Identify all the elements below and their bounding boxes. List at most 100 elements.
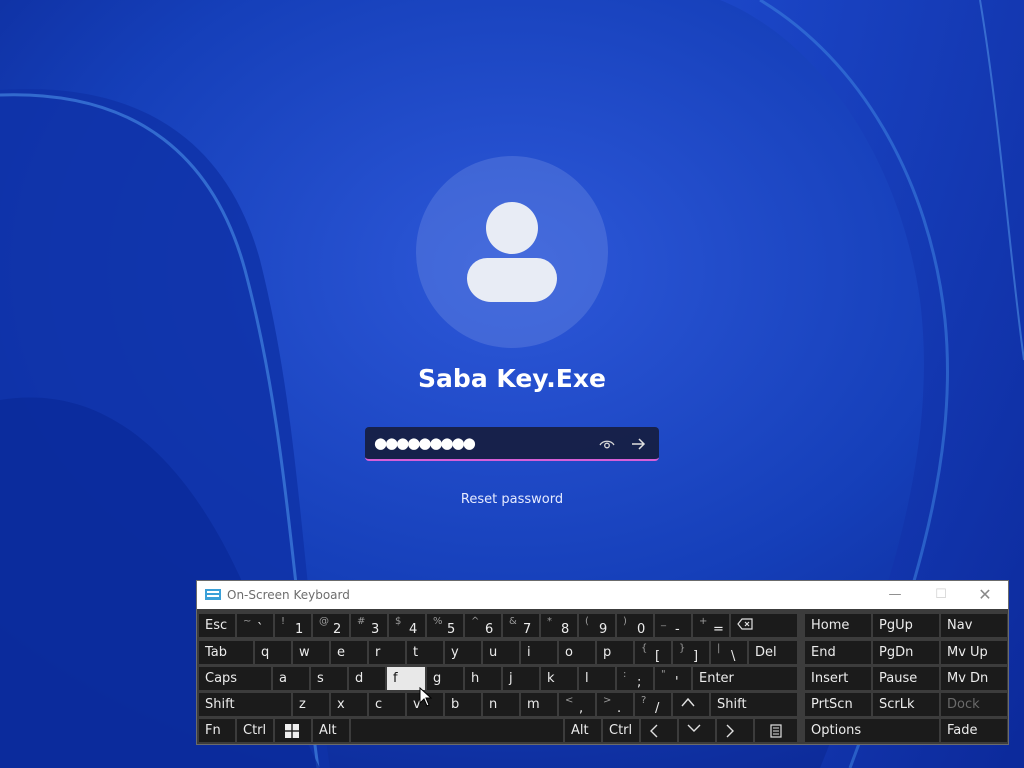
key-label: ' bbox=[675, 675, 679, 690]
key-prtscn[interactable]: PrtScn bbox=[805, 693, 871, 716]
key-backspace[interactable] bbox=[731, 614, 797, 637]
key-j[interactable]: j bbox=[503, 667, 539, 690]
key-s[interactable]: s bbox=[311, 667, 347, 690]
minimize-button[interactable]: — bbox=[873, 581, 917, 609]
key-8[interactable]: * 8 bbox=[541, 614, 577, 637]
key-4[interactable]: $4 bbox=[389, 614, 425, 637]
key-fade[interactable]: Fade bbox=[941, 719, 1007, 742]
key-t[interactable]: t bbox=[407, 641, 443, 664]
key-b[interactable]: b bbox=[445, 693, 481, 716]
key-label: p bbox=[603, 645, 612, 660]
backspace-icon bbox=[737, 618, 753, 630]
key-3[interactable]: #3 bbox=[351, 614, 387, 637]
key-end[interactable]: End bbox=[805, 641, 871, 664]
key-5[interactable]: % 5 bbox=[427, 614, 463, 637]
key-equals[interactable]: + = bbox=[693, 614, 729, 637]
key-space[interactable] bbox=[351, 719, 563, 742]
key-label: d bbox=[355, 671, 364, 686]
key-m[interactable]: m bbox=[521, 693, 557, 716]
key-mv-dn[interactable]: Mv Dn bbox=[941, 667, 1007, 690]
key-left-bracket[interactable]: {[ bbox=[635, 641, 671, 664]
close-button[interactable]: ✕ bbox=[963, 581, 1007, 609]
key-l[interactable]: l bbox=[579, 667, 615, 690]
key-semicolon[interactable]: :; bbox=[617, 667, 653, 690]
key-ctrl[interactable]: Ctrl bbox=[603, 719, 639, 742]
key-n[interactable]: n bbox=[483, 693, 519, 716]
key-minus[interactable]: _ - bbox=[655, 614, 691, 637]
key-arrow-right[interactable] bbox=[717, 719, 753, 742]
key-esc[interactable]: Esc bbox=[199, 614, 235, 637]
key-label: , bbox=[579, 701, 584, 716]
key-label: ] bbox=[693, 649, 699, 664]
key-label: / bbox=[655, 701, 660, 716]
maximize-button[interactable]: ☐ bbox=[919, 581, 963, 609]
key-label: Tab bbox=[205, 645, 228, 660]
reset-password-link[interactable]: Reset password bbox=[0, 492, 1024, 507]
key-ctrl[interactable]: Ctrl bbox=[237, 719, 273, 742]
key-pause[interactable]: Pause bbox=[873, 667, 939, 690]
key-shift[interactable]: Shift bbox=[711, 693, 797, 716]
password-input[interactable]: ●●●●●●●●● bbox=[365, 427, 659, 461]
key-pgup[interactable]: PgUp bbox=[873, 614, 939, 637]
key-0[interactable]: ) 0 bbox=[617, 614, 653, 637]
key-pgdn[interactable]: PgDn bbox=[873, 641, 939, 664]
key-k[interactable]: k bbox=[541, 667, 577, 690]
key-z[interactable]: z bbox=[293, 693, 329, 716]
key-arrow-up[interactable] bbox=[673, 693, 709, 716]
key-right-bracket[interactable]: }] bbox=[673, 641, 709, 664]
key-label: Nav bbox=[947, 618, 973, 633]
key-arrow-left[interactable] bbox=[641, 719, 677, 742]
key-options[interactable]: Options bbox=[805, 719, 939, 742]
key-insert[interactable]: Insert bbox=[805, 667, 871, 690]
key-6[interactable]: ^ 6 bbox=[465, 614, 501, 637]
key-label: m bbox=[527, 697, 540, 712]
key-tab[interactable]: Tab bbox=[199, 641, 253, 664]
key-windows[interactable] bbox=[275, 719, 311, 742]
key-alt[interactable]: Alt bbox=[565, 719, 601, 742]
key-1[interactable]: ! 1 bbox=[275, 614, 311, 637]
key-h[interactable]: h bbox=[465, 667, 501, 690]
key-i[interactable]: i bbox=[521, 641, 557, 664]
key-label: Pause bbox=[879, 671, 918, 686]
key-r[interactable]: r bbox=[369, 641, 405, 664]
key-d[interactable]: d bbox=[349, 667, 385, 690]
key-a[interactable]: a bbox=[273, 667, 309, 690]
osk-titlebar[interactable]: On-Screen Keyboard — ☐ ✕ bbox=[197, 581, 1008, 609]
key-comma[interactable]: <, bbox=[559, 693, 595, 716]
key-home[interactable]: Home bbox=[805, 614, 871, 637]
key-label: = bbox=[713, 622, 724, 637]
key-label: Caps bbox=[205, 671, 238, 686]
key-caps[interactable]: Caps bbox=[199, 667, 271, 690]
key-y[interactable]: y bbox=[445, 641, 481, 664]
key-label: End bbox=[811, 645, 836, 660]
key-scrlk[interactable]: ScrLk bbox=[873, 693, 939, 716]
key-fn[interactable]: Fn bbox=[199, 719, 235, 742]
key-p[interactable]: p bbox=[597, 641, 633, 664]
submit-arrow-icon[interactable] bbox=[629, 435, 647, 453]
key-u[interactable]: u bbox=[483, 641, 519, 664]
eye-icon[interactable] bbox=[598, 435, 616, 453]
key-mv-up[interactable]: Mv Up bbox=[941, 641, 1007, 664]
key-alt[interactable]: Alt bbox=[313, 719, 349, 742]
key-x[interactable]: x bbox=[331, 693, 367, 716]
key-quote[interactable]: " ' bbox=[655, 667, 691, 690]
key-shift[interactable]: Shift bbox=[199, 693, 291, 716]
key-slash[interactable]: ? / bbox=[635, 693, 671, 716]
key-q[interactable]: q bbox=[255, 641, 291, 664]
key-label: Ctrl bbox=[609, 723, 633, 738]
key-w[interactable]: w bbox=[293, 641, 329, 664]
key-period[interactable]: >. bbox=[597, 693, 633, 716]
key-backslash[interactable]: | \ bbox=[711, 641, 747, 664]
key-nav[interactable]: Nav bbox=[941, 614, 1007, 637]
key-del[interactable]: Del bbox=[749, 641, 797, 664]
key-arrow-down[interactable] bbox=[679, 719, 715, 742]
key-7[interactable]: & 7 bbox=[503, 614, 539, 637]
key-enter[interactable]: Enter bbox=[693, 667, 797, 690]
key-e[interactable]: e bbox=[331, 641, 367, 664]
key-9[interactable]: (9 bbox=[579, 614, 615, 637]
key-2[interactable]: @2 bbox=[313, 614, 349, 637]
key-o[interactable]: o bbox=[559, 641, 595, 664]
key-backtick[interactable]: ~ ` bbox=[237, 614, 273, 637]
key-menu[interactable] bbox=[755, 719, 797, 742]
key-c[interactable]: c bbox=[369, 693, 405, 716]
